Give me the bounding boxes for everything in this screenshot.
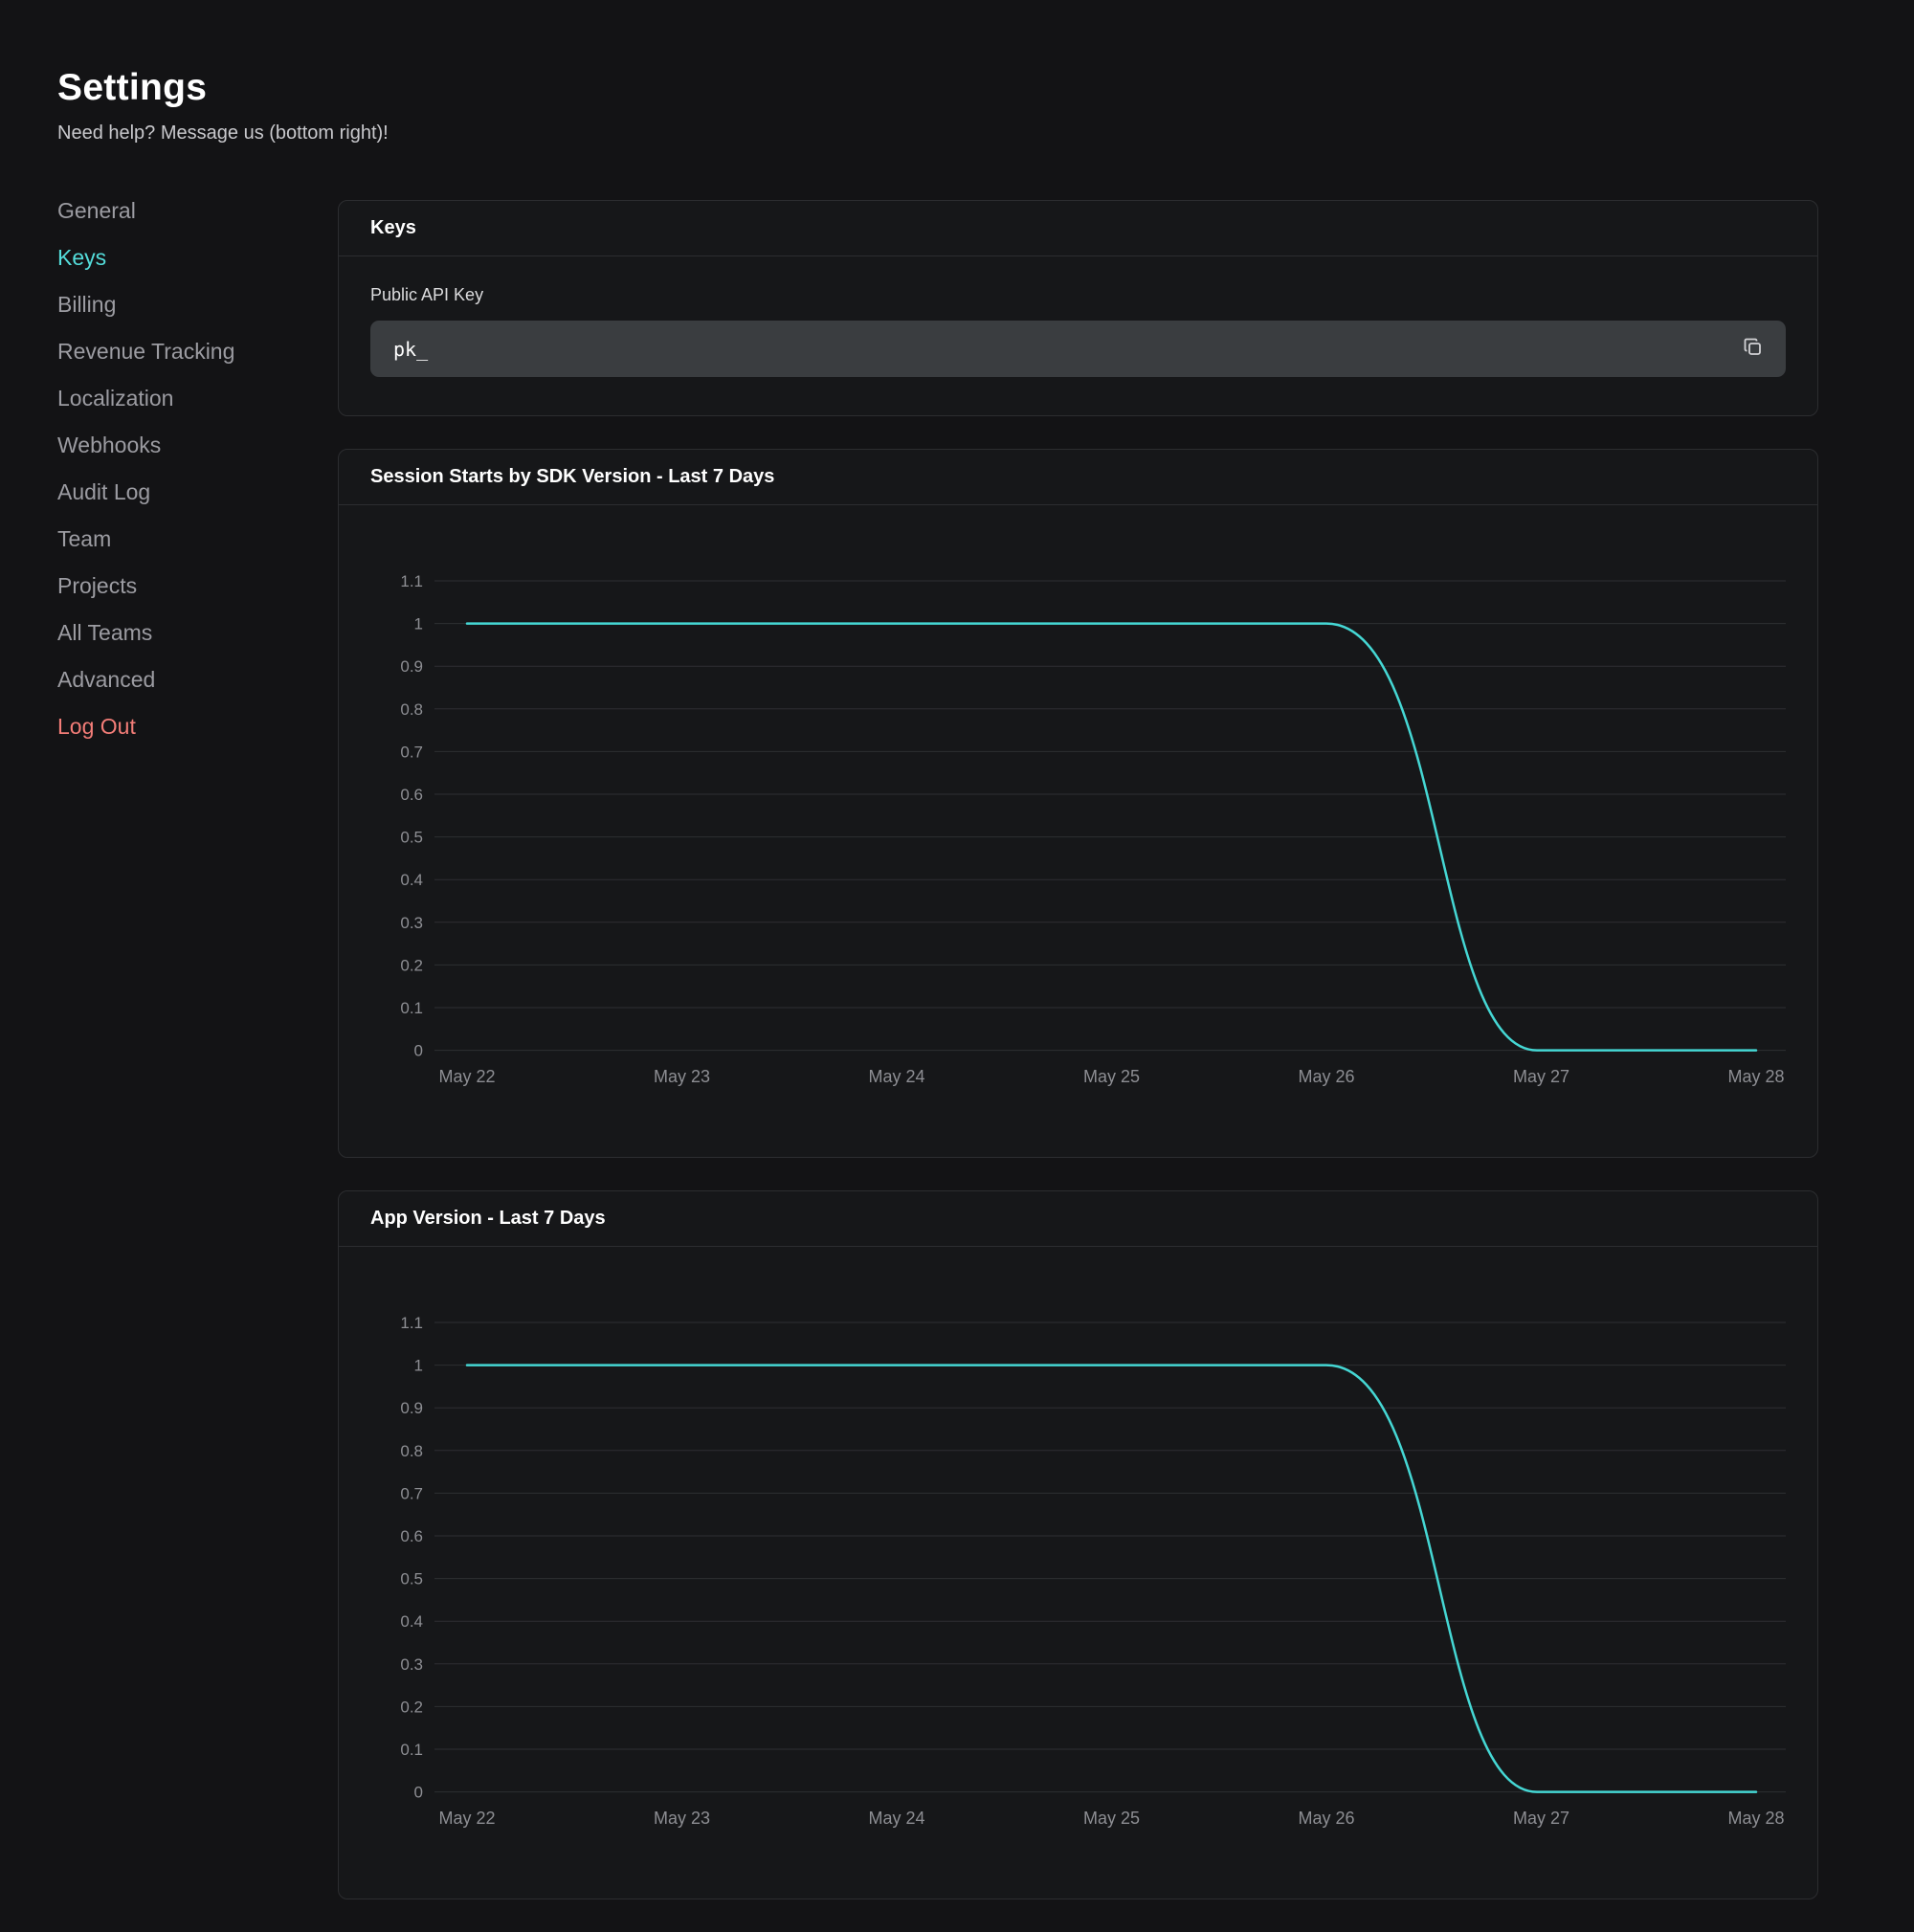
sdk-version-chart-card: Session Starts by SDK Version - Last 7 D… — [338, 449, 1818, 1158]
svg-text:0.4: 0.4 — [400, 1612, 423, 1631]
sidebar-item-localization[interactable]: Localization — [57, 388, 173, 410]
sidebar-item-billing[interactable]: Billing — [57, 294, 116, 316]
svg-text:1: 1 — [414, 615, 423, 633]
svg-text:May 26: May 26 — [1298, 1067, 1354, 1086]
keys-card: Keys Public API Key — [338, 200, 1818, 416]
svg-text:May 24: May 24 — [868, 1809, 924, 1828]
svg-text:May 24: May 24 — [868, 1067, 924, 1086]
svg-text:May 23: May 23 — [654, 1067, 710, 1086]
svg-text:May 27: May 27 — [1513, 1809, 1569, 1828]
sdk-version-chart-title: Session Starts by SDK Version - Last 7 D… — [339, 450, 1817, 505]
svg-text:0.9: 0.9 — [400, 1399, 423, 1417]
sidebar-item-log-out[interactable]: Log Out — [57, 716, 136, 738]
svg-text:0.4: 0.4 — [400, 871, 423, 889]
copy-icon — [1742, 336, 1765, 362]
settings-page: Settings Need help? Message us (bottom r… — [0, 0, 1914, 1932]
svg-text:May 28: May 28 — [1727, 1067, 1784, 1086]
svg-text:May 27: May 27 — [1513, 1067, 1569, 1086]
svg-text:0.5: 0.5 — [400, 829, 423, 847]
app-version-chart-card: App Version - Last 7 Days 00.10.20.30.40… — [338, 1190, 1818, 1899]
svg-text:0.5: 0.5 — [400, 1570, 423, 1588]
svg-text:0.6: 0.6 — [400, 786, 423, 804]
page-subtitle: Need help? Message us (bottom right)! — [57, 122, 1914, 144]
app-version-chart-title: App Version - Last 7 Days — [339, 1191, 1817, 1247]
svg-text:May 22: May 22 — [438, 1067, 495, 1086]
sdk-version-chart: 0 0.1 0.2 0.3 0.4 0.5 0.6 0.7 0.8 0.9 1 1.1 May 22 Ma… — [339, 505, 1817, 1157]
svg-text:May 22: May 22 — [438, 1809, 495, 1828]
svg-text:May 25: May 25 — [1083, 1809, 1140, 1828]
app-version-chart: 0 0.1 0.2 0.3 0.4 0.5 0.6 0.7 0.8 0.9 1 1.1 May 22 Ma… — [339, 1247, 1817, 1899]
svg-text:May 28: May 28 — [1727, 1809, 1784, 1828]
keys-card-title: Keys — [339, 201, 1817, 256]
sidebar-item-webhooks[interactable]: Webhooks — [57, 434, 161, 456]
svg-text:0.2: 0.2 — [400, 956, 423, 974]
svg-text:0.1: 0.1 — [400, 1741, 423, 1759]
svg-text:0.2: 0.2 — [400, 1698, 423, 1716]
svg-text:0.8: 0.8 — [400, 700, 423, 719]
keys-card-body: Public API Key — [339, 256, 1817, 415]
chart-canvas: 0 0.1 0.2 0.3 0.4 0.5 0.6 0.7 0.8 0.9 1 1.1 May 22 Ma… — [339, 505, 1817, 1157]
svg-text:0.3: 0.3 — [400, 1655, 423, 1674]
sidebar-item-keys[interactable]: Keys — [57, 247, 106, 269]
chart-canvas: 0 0.1 0.2 0.3 0.4 0.5 0.6 0.7 0.8 0.9 1 1.1 May 22 Ma… — [339, 1247, 1817, 1899]
svg-text:1.1: 1.1 — [400, 572, 423, 590]
sidebar-item-all-teams[interactable]: All Teams — [57, 622, 152, 644]
sidebar-item-general[interactable]: General — [57, 200, 136, 222]
content-area: General Keys Billing Revenue Tracking Locali… — [57, 200, 1914, 1932]
svg-text:0.9: 0.9 — [400, 657, 423, 676]
svg-text:0.7: 0.7 — [400, 1484, 423, 1502]
public-api-key-input[interactable] — [370, 321, 1786, 377]
public-api-key-label: Public API Key — [370, 285, 1786, 305]
svg-text:May 25: May 25 — [1083, 1067, 1140, 1086]
sidebar-item-revenue-tracking[interactable]: Revenue Tracking — [57, 341, 234, 363]
main-column: Keys Public API Key — [338, 200, 1818, 1932]
svg-text:May 26: May 26 — [1298, 1809, 1354, 1828]
sidebar-nav: General Keys Billing Revenue Tracking Locali… — [57, 200, 338, 1932]
copy-api-key-button[interactable] — [1736, 332, 1770, 366]
svg-text:May 23: May 23 — [654, 1809, 710, 1828]
svg-text:0: 0 — [414, 1042, 423, 1060]
sidebar-item-audit-log[interactable]: Audit Log — [57, 481, 150, 503]
sidebar-item-advanced[interactable]: Advanced — [57, 669, 155, 691]
svg-text:1: 1 — [414, 1357, 423, 1375]
svg-text:0.3: 0.3 — [400, 914, 423, 932]
sidebar-item-team[interactable]: Team — [57, 528, 111, 550]
page-title: Settings — [57, 67, 1914, 109]
svg-text:0: 0 — [414, 1784, 423, 1802]
svg-text:0.8: 0.8 — [400, 1442, 423, 1460]
svg-text:1.1: 1.1 — [400, 1314, 423, 1332]
svg-text:0.6: 0.6 — [400, 1527, 423, 1545]
svg-text:0.1: 0.1 — [400, 999, 423, 1017]
sidebar-item-projects[interactable]: Projects — [57, 575, 137, 597]
public-api-key-row — [370, 321, 1786, 377]
svg-text:0.7: 0.7 — [400, 743, 423, 761]
